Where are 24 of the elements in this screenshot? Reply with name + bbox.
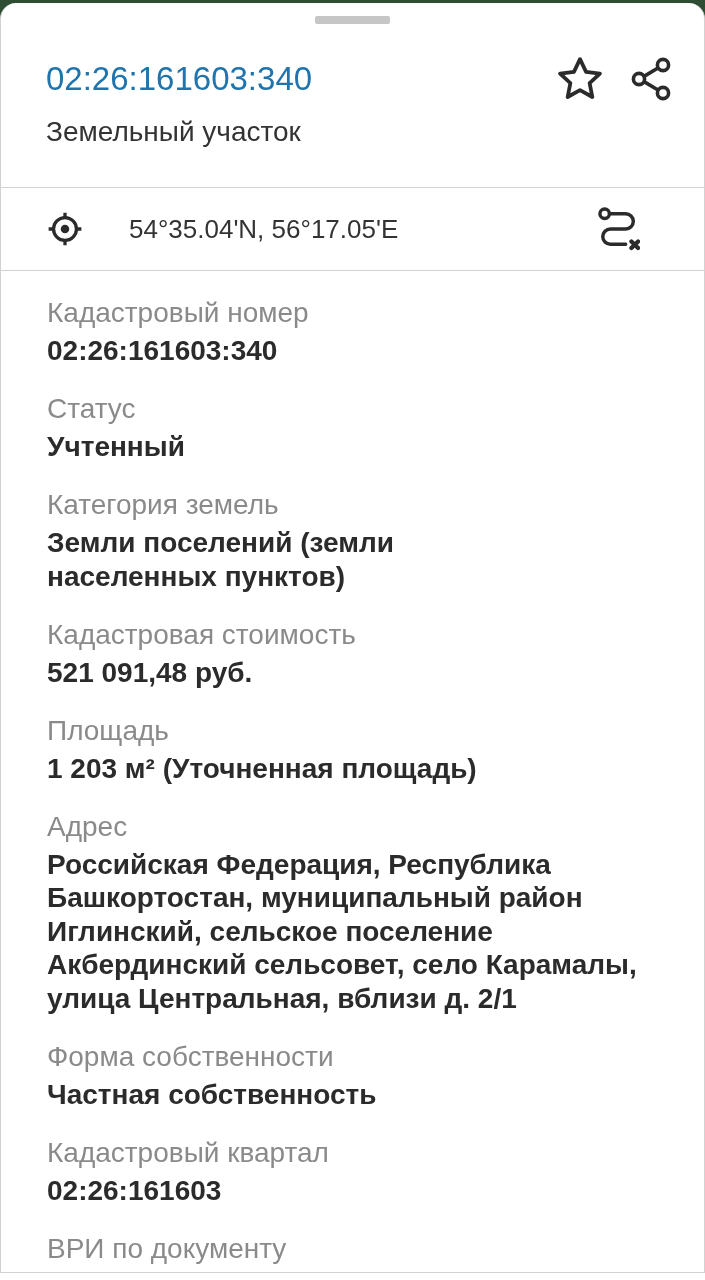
locate-icon xyxy=(47,211,83,247)
field-value: 02:26:161603:340 xyxy=(47,334,279,368)
field-value: Учтенный xyxy=(47,430,186,464)
field-value: 1 203 м² (Уточненная площадь) xyxy=(47,751,478,785)
field-label: Категория земель xyxy=(47,488,280,522)
field-label: Кадастровый квартал xyxy=(47,1135,330,1170)
field-value: 521 091,48 руб. xyxy=(47,655,254,689)
field-label: Кадастровый номер xyxy=(47,296,310,330)
field-label: Кадастровая стоимость xyxy=(47,617,357,652)
share-icon xyxy=(630,57,672,101)
drag-handle[interactable] xyxy=(315,16,390,24)
field-label: Форма собственности xyxy=(47,1039,335,1074)
field-label: Адрес xyxy=(47,809,129,844)
coordinates[interactable]: 54°35.04'N, 56°17.05'E xyxy=(129,213,399,245)
route-icon xyxy=(598,207,640,251)
field-label: ВРИ по документу xyxy=(47,1231,288,1266)
field-value: 02:26:161603 xyxy=(47,1173,223,1207)
field-label: Площадь xyxy=(47,713,170,748)
field-value: Российская Федерация, Республика Башкортостан, муниципальный район Иглинский, сельское поселение Акбердинский сельсовет, село Карамалы, улица Центральная, вблизи д. 2/1 xyxy=(47,847,638,1015)
parcel-title: 02:26:161603:340 xyxy=(46,60,313,98)
field-value: Земли поселений (земли населенных пунктов) xyxy=(47,526,395,593)
field-label: Статус xyxy=(47,392,137,426)
field-value: Частная собственность xyxy=(47,1077,378,1111)
parcel-type: Земельный участок xyxy=(46,116,302,148)
